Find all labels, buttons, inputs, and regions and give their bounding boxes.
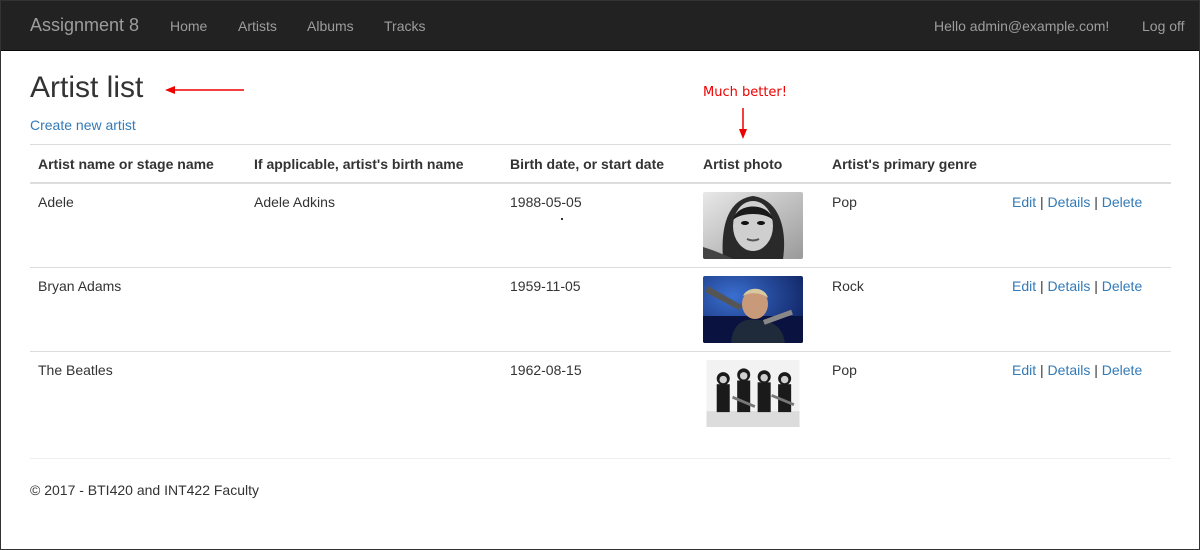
footer-text: © 2017 - BTI420 and INT422 Faculty bbox=[30, 482, 259, 498]
table-row: The Beatles 1962-08-15 Pop Edit | Detail… bbox=[30, 351, 1171, 436]
cell-genre: Rock bbox=[824, 267, 1004, 352]
cell-genre: Pop bbox=[824, 182, 1004, 268]
separator: | bbox=[1040, 278, 1044, 294]
table-header-row: Artist name or stage name If applicable,… bbox=[30, 144, 1171, 184]
footer-divider bbox=[30, 458, 1171, 459]
header-artist-name: Artist name or stage name bbox=[30, 144, 246, 184]
cell-birth-date: 1988-05-05 bbox=[502, 182, 695, 268]
details-link[interactable]: Details bbox=[1048, 362, 1091, 378]
delete-link[interactable]: Delete bbox=[1102, 278, 1142, 294]
cell-birth-name bbox=[246, 351, 502, 436]
header-primary-genre: Artist's primary genre bbox=[824, 144, 1004, 184]
cell-photo bbox=[695, 351, 824, 436]
table-row: Adele Adele Adkins 1988-05-05 Pop Edit |… bbox=[30, 182, 1171, 268]
bryan-adams-photo-icon bbox=[703, 276, 803, 343]
separator: | bbox=[1094, 278, 1098, 294]
details-link[interactable]: Details bbox=[1048, 194, 1091, 210]
separator: | bbox=[1094, 194, 1098, 210]
cell-actions: Edit | Details | Delete bbox=[1004, 182, 1171, 268]
cell-artist-name: Adele bbox=[30, 182, 246, 268]
header-birth-date: Birth date, or start date bbox=[502, 144, 695, 184]
cell-photo bbox=[695, 182, 824, 268]
delete-link[interactable]: Delete bbox=[1102, 362, 1142, 378]
cell-birth-name: Adele Adkins bbox=[246, 182, 502, 268]
cell-artist-name: The Beatles bbox=[30, 351, 246, 436]
cell-birth-date: 1959-11-05 bbox=[502, 267, 695, 352]
stray-dot bbox=[561, 218, 563, 220]
cell-genre: Pop bbox=[824, 351, 1004, 436]
separator: | bbox=[1040, 362, 1044, 378]
down-arrow-icon bbox=[739, 108, 747, 139]
title-arrow-icon bbox=[165, 86, 244, 94]
separator: | bbox=[1040, 194, 1044, 210]
cell-photo bbox=[695, 267, 824, 352]
edit-link[interactable]: Edit bbox=[1012, 194, 1036, 210]
cell-birth-date: 1962-08-15 bbox=[502, 351, 695, 436]
details-link[interactable]: Details bbox=[1048, 278, 1091, 294]
cell-birth-name bbox=[246, 267, 502, 352]
edit-link[interactable]: Edit bbox=[1012, 362, 1036, 378]
delete-link[interactable]: Delete bbox=[1102, 194, 1142, 210]
header-actions bbox=[1004, 144, 1171, 184]
cell-actions: Edit | Details | Delete bbox=[1004, 351, 1171, 436]
header-artist-photo: Artist photo bbox=[695, 144, 824, 184]
beatles-photo-icon bbox=[706, 360, 800, 427]
artist-table: Artist name or stage name If applicable,… bbox=[30, 144, 1171, 436]
edit-link[interactable]: Edit bbox=[1012, 278, 1036, 294]
adele-photo-icon bbox=[703, 192, 803, 259]
cell-actions: Edit | Details | Delete bbox=[1004, 267, 1171, 352]
table-row: Bryan Adams 1959-11-05 Rock Edit | Detai… bbox=[30, 267, 1171, 352]
header-birth-name: If applicable, artist's birth name bbox=[246, 144, 502, 184]
separator: | bbox=[1094, 362, 1098, 378]
cell-artist-name: Bryan Adams bbox=[30, 267, 246, 352]
